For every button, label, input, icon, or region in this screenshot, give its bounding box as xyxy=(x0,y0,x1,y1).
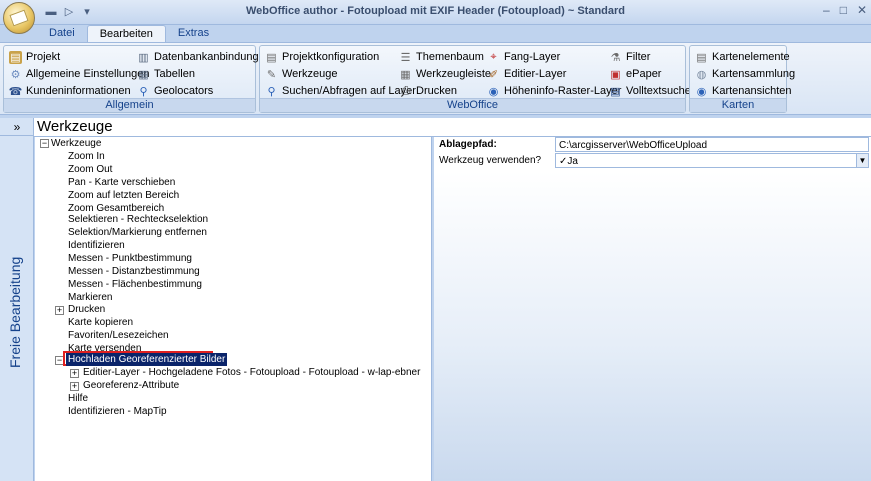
map-collection-icon: ◍ xyxy=(696,68,707,81)
tree-item[interactable]: Georeferenz-Attribute xyxy=(83,379,179,392)
expand-sidebar-button[interactable]: » xyxy=(0,118,34,136)
tree-root[interactable]: Werkzeuge xyxy=(51,137,101,150)
tree-item[interactable]: Zoom In xyxy=(68,150,105,163)
maximize-icon[interactable]: □ xyxy=(840,3,847,17)
table-icon: ▦ xyxy=(138,68,149,81)
ribbon-kartenansichten[interactable]: ◉ Kartenansichten xyxy=(695,83,792,99)
ribbon-tabellen[interactable]: ▦ Tabellen xyxy=(137,66,195,82)
ribbon-group-weboffice: ▤ Projektkonfiguration ✎ Werkzeuge ⚲ Suc… xyxy=(259,45,691,113)
ribbon-kundeninformationen[interactable]: ☎ Kundeninformationen xyxy=(9,83,131,99)
sidebar-label[interactable]: Freie Bearbeitung xyxy=(7,168,23,368)
tree-item[interactable]: Favoriten/Lesezeichen xyxy=(68,329,169,342)
panel-title: Werkzeuge xyxy=(34,118,871,137)
project-icon: ▤ xyxy=(9,50,22,64)
tree-root-collapse-icon[interactable]: − xyxy=(40,139,49,148)
tree-item[interactable]: Zoom auf letzten Bereich xyxy=(68,189,179,202)
height-raster-icon: ◉ xyxy=(488,85,499,98)
minimize-icon[interactable]: – xyxy=(823,3,830,17)
ribbon-kartenelemente[interactable]: ▤ Kartenelemente xyxy=(695,49,789,65)
database-icon: ▥ xyxy=(138,51,149,64)
tree-item[interactable]: Messen - Flächenbestimmung xyxy=(68,278,202,291)
epaper-icon: ▣ xyxy=(610,68,621,81)
tree-item[interactable]: Selektieren - Rechteckselektion xyxy=(68,213,208,226)
ribbon-fang-layer[interactable]: ⌖ Fang-Layer xyxy=(487,49,560,65)
property-row-ablagepfad: Ablagepfad: C:\arcgisserver\WebOfficeUpl… xyxy=(434,137,871,152)
tree-expand-icon[interactable]: + xyxy=(55,306,64,315)
toolbar-icon: ▦ xyxy=(400,68,411,81)
ablagepfad-field[interactable]: C:\arcgisserver\WebOfficeUpload xyxy=(555,137,869,152)
filter-icon: ⚗ xyxy=(610,51,621,64)
tree-item[interactable]: Messen - Distanzbestimmung xyxy=(68,265,200,278)
ribbon-projekt[interactable]: ▤ Projekt xyxy=(9,49,60,65)
search-icon: ⚲ xyxy=(267,85,276,98)
ribbon-group-allgemein: ▤ Projekt ⚙ Allgemeine Einstellungen ☎ K… xyxy=(3,45,271,113)
tree-item[interactable]: Identifizieren xyxy=(68,239,125,252)
ribbon-suchen-abfragen[interactable]: ⚲ Suchen/Abfragen auf Layer xyxy=(265,83,415,99)
group-label-allgemein: Allgemein xyxy=(4,98,255,112)
ribbon-projektkonfiguration[interactable]: ▤ Projektkonfiguration xyxy=(265,49,379,65)
ribbon-werkzeuge[interactable]: ✎ Werkzeuge xyxy=(265,66,338,82)
close-icon[interactable]: ✕ xyxy=(857,3,867,17)
ribbon: ▤ Projekt ⚙ Allgemeine Einstellungen ☎ K… xyxy=(0,42,871,115)
tab-extras[interactable]: Extras xyxy=(166,25,221,43)
edit-layer-icon: ✐ xyxy=(488,68,499,81)
tree-item[interactable]: Zoom Out xyxy=(68,163,112,176)
map-views-icon: ◉ xyxy=(696,85,707,98)
tree-item[interactable]: Karte kopieren xyxy=(68,316,133,329)
ribbon-geolocators[interactable]: ⚲ Geolocators xyxy=(137,83,213,99)
property-label: Werkzeug verwenden? xyxy=(439,155,542,166)
ribbon-drucken[interactable]: ⎙ Drucken xyxy=(399,83,457,99)
fulltext-icon: ▤ xyxy=(610,85,621,98)
ribbon-filter[interactable]: ⚗ Filter xyxy=(609,49,651,65)
ribbon-hoeheninfo-raster-layer[interactable]: ◉ Höheninfo-Raster-Layer xyxy=(487,83,622,99)
chevron-down-icon[interactable]: ▼ xyxy=(856,154,868,167)
group-label-karten: Karten xyxy=(690,98,786,112)
ribbon-epaper[interactable]: ▣ ePaper xyxy=(609,66,661,82)
config-icon: ▤ xyxy=(266,51,277,64)
map-elements-icon: ▤ xyxy=(696,51,707,64)
tree-item[interactable]: Hilfe xyxy=(68,392,88,405)
window-title: WebOffice author - Fotoupload mit EXIF H… xyxy=(246,5,625,17)
property-label: Ablagepfad: xyxy=(439,139,497,150)
ribbon-group-karten: ▤ Kartenelemente ◍ Kartensammlung ◉ Kart… xyxy=(689,45,795,113)
ribbon-kartensammlung[interactable]: ◍ Kartensammlung xyxy=(695,66,795,82)
tree-item[interactable]: Pan - Karte verschieben xyxy=(68,176,175,189)
tree-item[interactable]: Editier-Layer - Hochgeladene Fotos - Fot… xyxy=(83,366,420,379)
tree-item[interactable]: Messen - Punktbestimmung xyxy=(68,252,192,265)
werkzeug-verwenden-dropdown[interactable]: ✓Ja ▼ xyxy=(555,153,869,168)
ribbon-werkzeugleiste[interactable]: ▦ Werkzeugleiste xyxy=(399,66,491,82)
side-strip: » Freie Bearbeitung xyxy=(0,118,34,481)
tree-expand-icon[interactable]: + xyxy=(70,369,79,378)
group-label-weboffice: WebOffice xyxy=(260,98,685,112)
tree-item-selected[interactable]: Hochladen Georeferenzierter Bilder xyxy=(66,353,228,366)
tools-tree: − Werkzeuge Zoom In Zoom Out Pan - Karte… xyxy=(35,137,432,481)
tab-datei[interactable]: Datei xyxy=(37,25,87,43)
ribbon-tabs: Datei Bearbeiten Extras xyxy=(37,25,221,43)
properties-panel: Ablagepfad: C:\arcgisserver\WebOfficeUpl… xyxy=(434,137,871,481)
ribbon-editier-layer[interactable]: ✐ Editier-Layer xyxy=(487,66,566,82)
ribbon-datenbankanbindungen[interactable]: ▥ Datenbankanbindungen xyxy=(137,49,271,65)
snap-layer-icon: ⌖ xyxy=(490,50,497,63)
tab-bearbeiten[interactable]: Bearbeiten xyxy=(86,25,166,43)
tree-expand-icon[interactable]: + xyxy=(70,382,79,391)
tree-item[interactable]: Identifizieren - MapTip xyxy=(68,405,167,418)
print-icon: ⎙ xyxy=(401,84,410,97)
property-row-werkzeug-verwenden: Werkzeug verwenden? ✓Ja ▼ xyxy=(434,153,871,168)
themetree-icon: ☰ xyxy=(400,51,411,64)
tree-item[interactable]: Drucken xyxy=(68,303,105,316)
tree-item[interactable]: Selektion/Markierung entfernen xyxy=(68,226,207,239)
ribbon-allgemeine-einstellungen[interactable]: ⚙ Allgemeine Einstellungen xyxy=(9,66,150,82)
settings-icon: ⚙ xyxy=(10,68,21,81)
geolocator-icon: ⚲ xyxy=(139,85,148,98)
title-bar: ▬ ▷ ▾ WebOffice author - Fotoupload mit … xyxy=(0,0,871,25)
ribbon-themenbaum[interactable]: ☰ Themenbaum xyxy=(399,49,484,65)
dropdown-value: Ja xyxy=(567,156,578,167)
ribbon-volltextsuche[interactable]: ▤ Volltextsuche xyxy=(609,83,691,99)
tools-icon: ✎ xyxy=(266,68,277,81)
application-orb-button[interactable] xyxy=(3,2,35,34)
customer-icon: ☎ xyxy=(8,85,23,98)
orb-icon xyxy=(9,9,29,27)
